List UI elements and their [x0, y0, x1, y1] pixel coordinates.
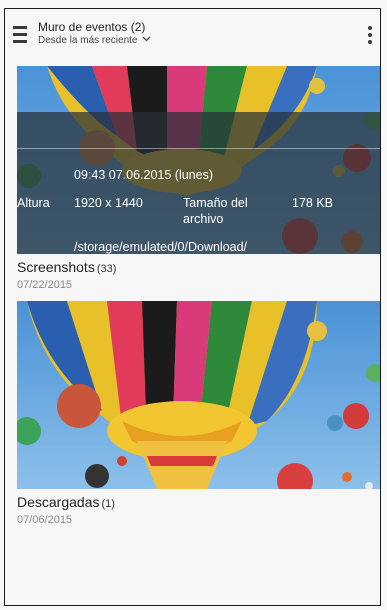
info-divider [17, 148, 380, 149]
image-info-overlay: 09:43 07.06.2015 (lunes) Altura 1920 x 1… [17, 112, 380, 254]
album-name: Screenshots [17, 259, 95, 275]
sort-dropdown[interactable]: Desde la más reciente [38, 34, 151, 48]
more-vertical-icon[interactable] [367, 26, 373, 44]
info-size-label-line2: archivo [183, 212, 224, 226]
album-name-row: Descargadas (1) [17, 494, 380, 512]
album-count: (33) [96, 263, 117, 275]
info-height-label: Altura [17, 196, 50, 210]
info-size-value: 178 KB [292, 196, 334, 210]
balloon-photo [17, 301, 380, 489]
info-resolution: 1920 x 1440 [74, 196, 143, 210]
info-size-label-line1: Tamaño del [183, 196, 248, 210]
info-timestamp: 09:43 07.06.2015 (lunes) [74, 168, 213, 182]
info-path: /storage/emulated/0/Download/ [74, 240, 248, 254]
album-name-row: Screenshots (33) [17, 259, 380, 277]
album-thumbnail [17, 301, 380, 489]
app-bar: Muro de eventos (2) Desde la más recient… [5, 9, 380, 61]
app-frame: Muro de eventos (2) Desde la más recient… [4, 8, 381, 606]
album-count: (1) [101, 498, 115, 510]
album-date: 07/22/2015 [17, 279, 73, 291]
page-title: Muro de eventos (2) [38, 20, 146, 34]
album-card-screenshots[interactable]: 09:43 07.06.2015 (lunes) Altura 1920 x 1… [17, 66, 380, 292]
hamburger-menu-icon[interactable] [13, 26, 27, 44]
title-block: Muro de eventos (2) Desde la más recient… [38, 20, 151, 48]
album-card-descargadas[interactable]: Descargadas (1) 07/06/2015 [17, 301, 380, 527]
album-thumbnail: 09:43 07.06.2015 (lunes) Altura 1920 x 1… [17, 66, 380, 254]
chevron-down-icon [142, 36, 150, 42]
sort-label: Desde la más reciente [38, 35, 138, 46]
album-name: Descargadas [17, 494, 100, 510]
album-date: 07/06/2015 [17, 514, 73, 526]
